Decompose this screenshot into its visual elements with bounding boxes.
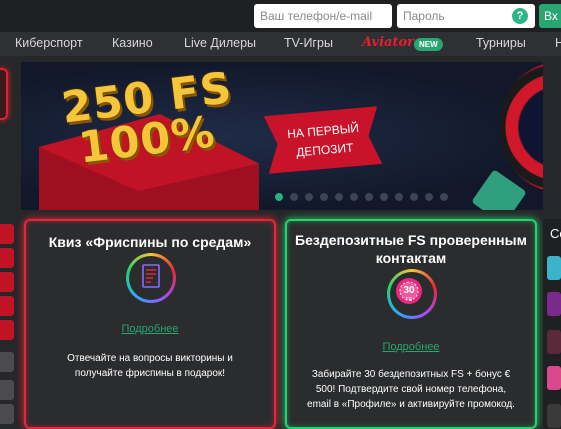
nav-item-more[interactable]: Н: [555, 36, 561, 50]
promo-card-quiz: Квиз «Фриспины по средам» Подробнее Отве…: [24, 219, 276, 429]
slider-dot[interactable]: [275, 193, 283, 201]
nav-item-live-dealers[interactable]: Live Дилеры: [184, 36, 256, 50]
nav-item-casino[interactable]: Казино: [112, 36, 153, 50]
card-description: Отвечайте на вопросы викторины и получай…: [67, 353, 233, 379]
slider-dot[interactable]: [350, 193, 358, 201]
promo-banner[interactable]: 250 FS 100% НА ПЕРВЫЙ ДЕПОЗИТ: [21, 62, 543, 210]
card-more-link[interactable]: Подробнее: [287, 341, 535, 353]
nav-item-tournaments[interactable]: Турниры: [476, 36, 526, 50]
card-more-link[interactable]: Подробнее: [26, 323, 274, 335]
side-tab[interactable]: [0, 296, 14, 316]
new-badge: NEW: [414, 38, 443, 51]
side-tab[interactable]: [0, 380, 14, 400]
left-promo-tab[interactable]: [0, 68, 8, 120]
password-help-icon[interactable]: ?: [512, 8, 528, 24]
slider-dot[interactable]: [290, 193, 298, 201]
slider-dot[interactable]: [410, 193, 418, 201]
side-tab[interactable]: [0, 404, 14, 424]
game-thumbnail[interactable]: [547, 366, 561, 390]
promo-card-no-deposit: Бездепозитные FS проверенным контактам 3…: [285, 219, 537, 429]
slider-dot[interactable]: [395, 193, 403, 201]
card-title: Квиз «Фриспины по средам»: [48, 234, 252, 250]
slider-dot[interactable]: [305, 193, 313, 201]
game-thumbnail[interactable]: [547, 330, 561, 354]
nav-item-esports[interactable]: Киберспорт: [15, 36, 83, 50]
slider-dot[interactable]: [425, 193, 433, 201]
right-panel-title: Се: [550, 226, 561, 241]
side-tab[interactable]: [0, 320, 14, 340]
side-tab[interactable]: [0, 224, 14, 244]
side-tab[interactable]: [0, 248, 14, 268]
aviator-logo[interactable]: Aviator: [362, 35, 414, 50]
nav-item-tv-games[interactable]: TV-Игры: [284, 36, 333, 50]
slider-dot[interactable]: [365, 193, 373, 201]
quiz-document-icon: [126, 253, 176, 303]
svg-text:FS: FS: [406, 297, 413, 303]
game-thumbnail[interactable]: [547, 292, 561, 316]
game-thumbnail[interactable]: [547, 404, 561, 428]
30-fs-chip-icon: 30 FS: [387, 269, 437, 319]
side-tab[interactable]: [0, 352, 14, 372]
login-button[interactable]: Вх: [539, 4, 561, 28]
main-nav: Киберспорт Казино Live Дилеры TV-Игры Ту…: [0, 32, 561, 56]
game-thumbnail[interactable]: [547, 256, 561, 280]
roulette-wheel-graphic: [499, 62, 543, 192]
phone-email-input[interactable]: [254, 4, 392, 28]
slider-dot[interactable]: [380, 193, 388, 201]
slider-dot[interactable]: [440, 193, 448, 201]
slider-dot[interactable]: [320, 193, 328, 201]
slider-dot[interactable]: [335, 193, 343, 201]
side-tab[interactable]: [0, 272, 14, 292]
card-title: Бездепозитные FS проверенным контактам: [295, 232, 527, 266]
card-description: Забирайте 30 бездепозитных FS + бонус € …: [307, 369, 515, 410]
svg-text:30: 30: [403, 285, 415, 296]
right-panel: [543, 219, 561, 429]
